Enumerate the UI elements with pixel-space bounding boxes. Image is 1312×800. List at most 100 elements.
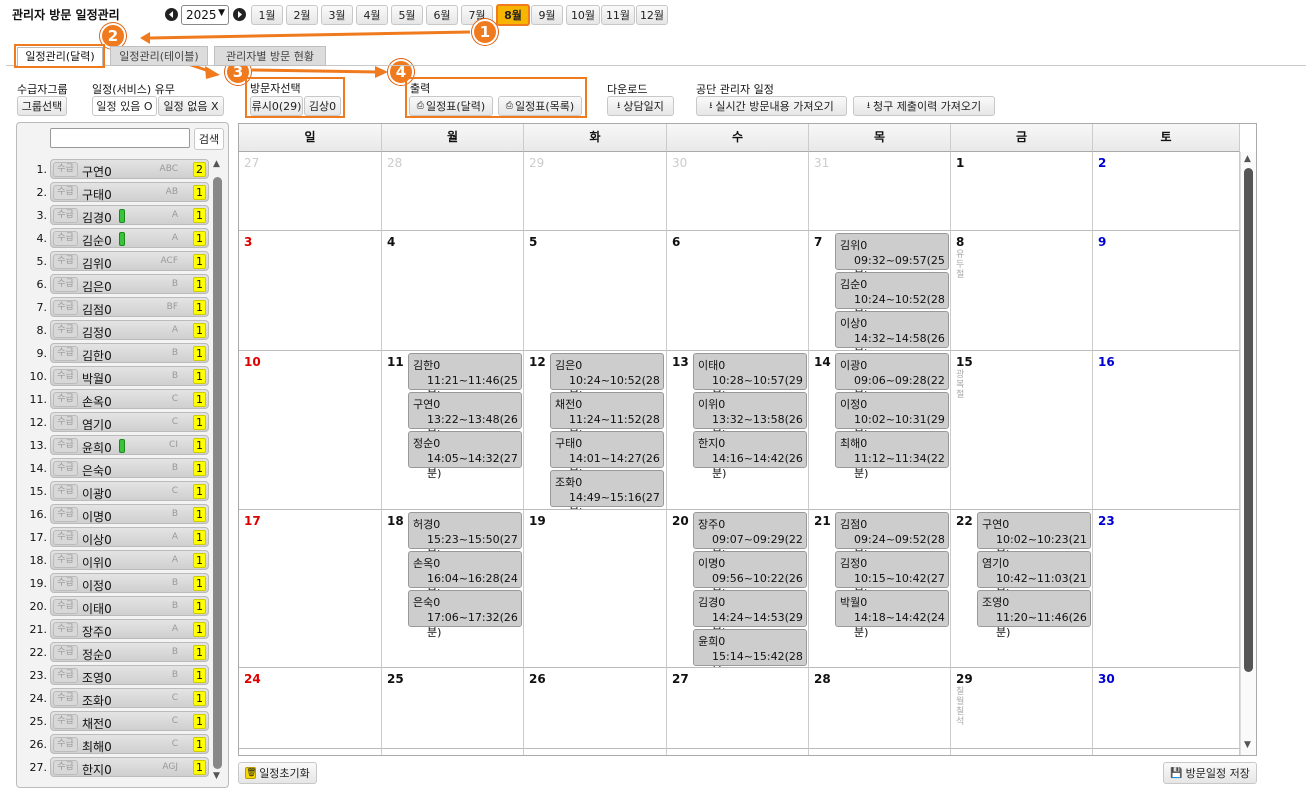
schedule-event[interactable]: 조영0 11:20~11:46(26분) [977, 590, 1091, 639]
recipient-pill[interactable]: 수급 이광0 C 1 [50, 481, 209, 501]
schedule-event[interactable]: 정순0 14:05~14:32(27분) [408, 431, 522, 480]
list-item[interactable]: 21. 수급 장주0 A 1 [19, 619, 215, 640]
search-input[interactable] [50, 128, 190, 148]
recipient-pill[interactable]: 수급 손옥0 C 1 [50, 389, 209, 409]
schedule-event[interactable]: 최해0 11:12~11:34(22분) [835, 431, 949, 480]
save-schedule-button[interactable]: 💾 방문일정 저장 [1163, 762, 1257, 784]
schedule-event[interactable]: 김정010:15~10:42(27분) [835, 551, 949, 600]
calendar-day-cell[interactable]: 26 [524, 668, 667, 749]
calendar-day-cell[interactable]: 31 [809, 152, 951, 231]
calendar-day-cell[interactable]: 22 구연010:02~10:23(21분)염기010:42~11:03(21분)… [951, 510, 1093, 668]
schedule-event[interactable]: 이명009:56~10:22(26분) [693, 551, 807, 600]
schedule-event[interactable]: 윤희0 15:14~15:42(28분) [693, 629, 807, 667]
schedule-event[interactable]: 조화0 14:49~15:16(27분) [550, 470, 664, 509]
calendar-day-cell[interactable]: 21 김점009:24~09:52(28분)김정010:15~10:42(27분)… [809, 510, 951, 668]
list-item[interactable]: 24. 수급 조화0 C 1 [19, 688, 215, 709]
calendar-day-cell[interactable]: 12 김은010:24~10:52(28분)채전011:24~11:52(28분)… [524, 351, 667, 510]
schedule-event[interactable]: 한지0 14:16~14:42(26분) [693, 431, 807, 480]
scroll-down-icon[interactable]: ▼ [1244, 740, 1251, 750]
recipient-pill[interactable]: 수급 장주0 A 1 [50, 619, 209, 639]
schedule-event[interactable]: 구연013:22~13:48(26분) [408, 392, 522, 441]
recipient-pill[interactable]: 수급 염기0 C 1 [50, 412, 209, 432]
claim-fetch-button[interactable]: ⭳ 청구 제출이력 가져오기 [853, 96, 995, 116]
list-item[interactable]: 4. 수급 김순0 A 1 [19, 228, 215, 249]
list-item[interactable]: 18. 수급 이위0 A 1 [19, 550, 215, 571]
schedule-event[interactable]: 장주009:07~09:29(22분) [693, 512, 807, 561]
scroll-down-icon[interactable]: ▼ [213, 771, 220, 781]
schedule-event[interactable]: 이위013:32~13:58(26분) [693, 392, 807, 441]
calendar-day-cell[interactable]: 27 [667, 668, 809, 749]
recipient-pill[interactable]: 수급 정순0 B 1 [50, 642, 209, 662]
recipient-pill[interactable]: 수급 김경0 A 1 [50, 205, 209, 225]
schedule-event[interactable]: 구연010:02~10:23(21분) [977, 512, 1091, 561]
schedule-event[interactable]: 은숙0 17:06~17:32(26분) [408, 590, 522, 639]
schedule-event[interactable]: 손옥016:04~16:28(24분) [408, 551, 522, 600]
calendar-day-cell[interactable]: 30 [1093, 668, 1240, 749]
calendar-day-cell[interactable]: 2 [1093, 152, 1240, 231]
list-item[interactable]: 1. 수급 구연0 ABC 2 [19, 159, 215, 180]
calendar-day-cell[interactable]: 29 [524, 152, 667, 231]
list-item[interactable]: 10. 수급 박월0 B 1 [19, 366, 215, 387]
calendar-day-cell[interactable]: 25 [382, 668, 524, 749]
print-calendar-button[interactable]: ⎙ 일정표(달력) [409, 96, 493, 116]
list-item[interactable]: 6. 수급 김은0 B 1 [19, 274, 215, 295]
recipient-pill[interactable]: 수급 김정0 A 1 [50, 320, 209, 340]
schedule-event[interactable]: 김점009:24~09:52(28분) [835, 512, 949, 561]
recipient-pill[interactable]: 수급 최해0 C 1 [50, 734, 209, 754]
scroll-thumb[interactable] [213, 177, 222, 769]
recipient-pill[interactable]: 수급 한지0 AGJ 1 [50, 757, 209, 777]
calendar-day-cell[interactable]: 7 김위009:32~09:57(25분)김순010:24~10:52(28분)이… [809, 231, 951, 351]
schedule-event[interactable]: 이정010:02~10:31(29분) [835, 392, 949, 441]
list-item[interactable]: 3. 수급 김경0 A 1 [19, 205, 215, 226]
recipient-pill[interactable]: 수급 이상0 A 1 [50, 527, 209, 547]
scroll-up-icon[interactable]: ▲ [213, 159, 220, 169]
list-item[interactable]: 7. 수급 김점0 BF 1 [19, 297, 215, 318]
schedule-event[interactable]: 김한011:21~11:46(25분) [408, 353, 522, 402]
calendar-day-cell[interactable]: 28 [382, 152, 524, 231]
calendar-day-cell[interactable]: 20 장주009:07~09:29(22분)이명009:56~10:22(26분)… [667, 510, 809, 668]
schedule-event[interactable]: 김순010:24~10:52(28분) [835, 272, 949, 321]
calendar-day-cell[interactable]: 28 [809, 668, 951, 749]
calendar-day-cell[interactable]: 4 [382, 231, 524, 351]
calendar-day-cell[interactable]: 14 이광009:06~09:28(22분)이정010:02~10:31(29분)… [809, 351, 951, 510]
recipient-pill[interactable]: 수급 이정0 B 1 [50, 573, 209, 593]
print-list-button[interactable]: ⎙ 일정표(목록) [498, 96, 582, 116]
scroll-thumb[interactable] [1244, 168, 1253, 672]
tab-manager-visits[interactable]: 관리자별 방문 현황 [214, 46, 326, 66]
list-item[interactable]: 22. 수급 정순0 B 1 [19, 642, 215, 663]
calendar-day-cell[interactable]: 1 [951, 152, 1093, 231]
calendar-day-cell[interactable]: 15 광복절 [951, 351, 1093, 510]
list-item[interactable]: 14. 수급 은숙0 B 1 [19, 458, 215, 479]
calendar-day-cell[interactable] [667, 749, 809, 755]
recipient-pill[interactable]: 수급 김점0 BF 1 [50, 297, 209, 317]
list-item[interactable]: 27. 수급 한지0 AGJ 1 [19, 757, 215, 778]
calendar-day-cell[interactable]: 17 [239, 510, 382, 668]
calendar-day-cell[interactable]: 19 [524, 510, 667, 668]
list-item[interactable]: 13. 수급 윤희0 CI 1 [19, 435, 215, 456]
reset-schedule-button[interactable]: 🗑 일정초기화 [238, 762, 317, 784]
list-item[interactable]: 23. 수급 조영0 B 1 [19, 665, 215, 686]
list-item[interactable]: 11. 수급 손옥0 C 1 [19, 389, 215, 410]
list-item[interactable]: 2. 수급 구태0 AB 1 [19, 182, 215, 203]
schedule-event[interactable]: 채전011:24~11:52(28분) [550, 392, 664, 441]
recipient-pill[interactable]: 수급 구태0 AB 1 [50, 182, 209, 202]
calendar-day-cell[interactable] [524, 749, 667, 755]
group-select-button[interactable]: 그룹선택 [17, 96, 67, 116]
list-item[interactable]: 16. 수급 이명0 B 1 [19, 504, 215, 525]
calendar-day-cell[interactable]: 6 [667, 231, 809, 351]
visitor-ryusi-button[interactable]: 류시0(29) [250, 96, 303, 116]
calendar-day-cell[interactable]: 16 [1093, 351, 1240, 510]
recipient-pill[interactable]: 수급 박월0 B 1 [50, 366, 209, 386]
calendar-day-cell[interactable]: 3 [239, 231, 382, 351]
consult-log-download-button[interactable]: ⭳ 상담일지 [607, 96, 674, 116]
recipient-pill[interactable]: 수급 김은0 B 1 [50, 274, 209, 294]
recipient-pill[interactable]: 수급 채전0 C 1 [50, 711, 209, 731]
calendar-day-cell[interactable] [951, 749, 1093, 755]
realtime-fetch-button[interactable]: ⭳ 실시간 방문내용 가져오기 [696, 96, 847, 116]
recipient-pill[interactable]: 수급 조영0 B 1 [50, 665, 209, 685]
recipient-pill[interactable]: 수급 구연0 ABC 2 [50, 159, 209, 179]
list-item[interactable]: 12. 수급 염기0 C 1 [19, 412, 215, 433]
calendar-day-cell[interactable]: 27 [239, 152, 382, 231]
recipient-pill[interactable]: 수급 윤희0 CI 1 [50, 435, 209, 455]
schedule-event[interactable]: 김위009:32~09:57(25분) [835, 233, 949, 282]
